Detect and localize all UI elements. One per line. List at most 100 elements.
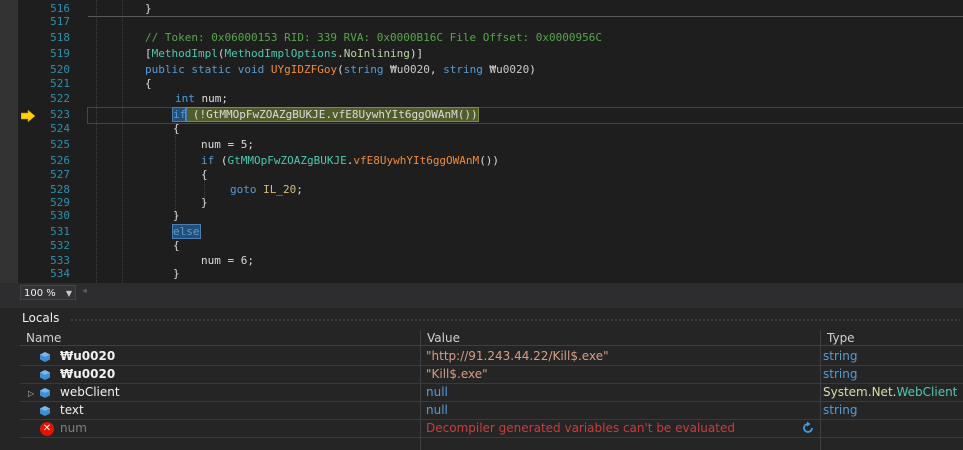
current-statement: if (!GtMMOpFwZOAZgBUKJE.vfE8UywhYIt6ggOW…: [171, 107, 479, 122]
code-text: int num;: [175, 92, 228, 106]
zoom-value: 100 %: [24, 288, 56, 299]
variable-value[interactable]: "Kill$.exe": [426, 366, 488, 384]
line-number: 518: [50, 31, 70, 44]
header-label: Type: [827, 331, 855, 345]
local-variable-icon: [40, 370, 50, 380]
code-text: goto IL_20;: [230, 183, 303, 197]
code-text: num = 6;: [201, 254, 254, 267]
keyword: if: [171, 107, 188, 122]
code-text: }: [173, 267, 180, 280]
code-line: 523 if (!GtMMOpFwZOAZgBUKJE.vfE8UywhYIt6…: [0, 107, 963, 122]
punct: ,: [429, 63, 437, 76]
code-comment: // Token: 0x06000153 RID: 339 RVA: 0x000…: [145, 31, 602, 44]
table-row[interactable]: ₩u0020 "Kill$.exe" string: [20, 366, 963, 384]
variable-value: Decompiler generated variables can't be …: [426, 421, 735, 435]
code-line: 521 {: [0, 77, 963, 91]
keyword: string: [443, 63, 483, 76]
column-header-value[interactable]: Value: [421, 330, 820, 346]
code-line: 529 }: [0, 196, 963, 210]
local-variable-icon: [40, 406, 50, 416]
editor-statusbar: 100 % ▼ ◀: [0, 283, 963, 302]
header-label: Name: [26, 331, 62, 345]
parameter: ₩u0020: [390, 63, 430, 76]
punct: ;: [296, 183, 303, 196]
refresh-icon[interactable]: [801, 421, 815, 435]
code-line: 516 }: [0, 2, 963, 16]
keyword: string: [343, 63, 384, 76]
table-row[interactable]: ₩u0020 "http://91.243.44.22/Kill$.exe" s…: [20, 348, 963, 366]
code-text: }: [201, 196, 208, 209]
code-attribute-line: [MethodImpl(MethodImplOptions.NoInlining…: [145, 47, 423, 61]
type-class: WebClient: [896, 385, 958, 399]
table-row[interactable]: ✕ num Decompiler generated variables can…: [20, 420, 963, 438]
code-line: 522 int num;: [0, 92, 963, 106]
local-variable-icon: [40, 388, 50, 398]
code-method-signature: public static void UYgIDZFGoy(string ₩u0…: [145, 63, 536, 77]
table-row[interactable]: ▷ webClient null System.Net.WebClient: [20, 384, 963, 402]
code-line: 531 else: [0, 224, 963, 239]
type-namespace: System: [823, 385, 868, 399]
code-text: {: [201, 168, 208, 181]
method-name: vfE8UywhYIt6ggOWAnM: [353, 154, 480, 167]
method-name: vfE8UywhYIt6ggOWAnM: [331, 108, 458, 121]
line-number: 529: [50, 196, 70, 209]
line-number: 533: [50, 254, 70, 267]
code-line: 517: [0, 15, 963, 29]
panel-title: Locals: [22, 311, 60, 325]
code-text: {: [145, 77, 152, 90]
local-variable-icon: [40, 352, 50, 362]
line-number: 516: [50, 2, 70, 15]
enum-value: NoInlining: [343, 47, 410, 60]
column-header-type[interactable]: Type: [821, 330, 963, 346]
code-line: 525 num = 5;: [0, 138, 963, 152]
keyword: if: [201, 154, 215, 167]
table-row[interactable]: text null string: [20, 402, 963, 420]
code-text: {: [173, 239, 180, 252]
punct: ): [529, 63, 536, 76]
variable-value[interactable]: null: [426, 384, 448, 402]
punct: (: [214, 154, 228, 167]
variable-type: string: [823, 403, 858, 417]
line-number: 520: [50, 63, 70, 76]
variable-name: text: [60, 403, 84, 417]
code-line: 526 if (GtMMOpFwZOAZgBUKJE.vfE8UywhYIt6g…: [0, 154, 963, 168]
variable-name: num: [60, 421, 87, 435]
enum-type: MethodImplOptions: [224, 47, 338, 60]
code-text: else: [172, 224, 201, 239]
scroll-left-icon[interactable]: ◀: [82, 286, 87, 295]
line-number: 523: [50, 108, 70, 121]
line-number: 519: [50, 47, 70, 60]
variable-type: System.Net.WebClient: [823, 385, 958, 399]
variable-value[interactable]: "http://91.243.44.22/Kill$.exe": [426, 348, 609, 366]
error-icon: ✕: [40, 422, 54, 436]
column-header-name[interactable]: Name: [20, 330, 420, 346]
code-line: 528 goto IL_20;: [0, 183, 963, 197]
variable-value[interactable]: null: [426, 402, 448, 420]
column-divider[interactable]: [820, 330, 821, 450]
keyword: goto: [230, 183, 257, 196]
variable-name: ₩u0020: [60, 367, 116, 381]
expand-icon[interactable]: ▷: [28, 389, 34, 398]
variable-type: string: [823, 349, 858, 363]
title-grip[interactable]: [70, 318, 960, 322]
line-number: 517: [50, 15, 70, 28]
column-divider[interactable]: [420, 330, 421, 450]
punct: (: [186, 108, 200, 121]
punct: ()): [457, 108, 478, 121]
code-editor[interactable]: 516 } 517 518 // Token: 0x06000153 RID: …: [0, 0, 963, 283]
label: IL_20: [263, 183, 297, 196]
parameter: ₩u0020: [489, 63, 530, 76]
keyword: else: [172, 224, 201, 239]
keyword: static: [191, 63, 232, 76]
class-name: GtMMOpFwZOAZgBUKJE: [206, 108, 326, 121]
locals-grid: Name Value Type ₩u0020 "http://91.243.44…: [20, 330, 963, 450]
line-number: 534: [50, 267, 70, 280]
code-line: 519 [MethodImpl(MethodImplOptions.NoInli…: [0, 47, 963, 61]
line-number: 532: [50, 239, 70, 252]
zoom-dropdown[interactable]: 100 % ▼: [20, 285, 76, 300]
dropdown-caret-icon: ▼: [65, 289, 72, 298]
code-line: 534 }: [0, 267, 963, 281]
keyword: void: [237, 63, 265, 76]
code-line: 530 }: [0, 209, 963, 223]
line-number: 527: [50, 168, 70, 181]
